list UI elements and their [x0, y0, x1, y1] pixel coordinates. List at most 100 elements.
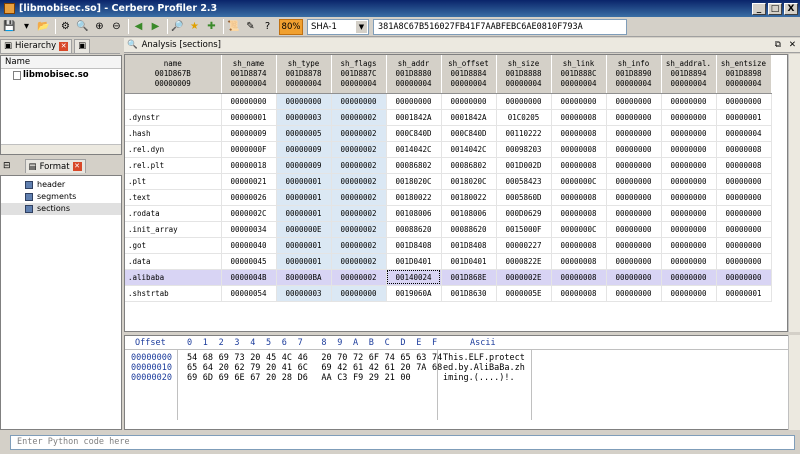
- table-cell[interactable]: 00000034: [221, 221, 277, 238]
- hex-byte[interactable]: 20: [250, 353, 260, 363]
- table-cell[interactable]: 0015000F: [496, 221, 552, 238]
- table-cell[interactable]: 0000000C: [551, 221, 607, 238]
- table-cell[interactable]: 00000000: [661, 109, 717, 126]
- hex-row[interactable]: 00000000 54 68 69 73 20 45 4C 46 20 70 72 6F 74 65 63 74…: [125, 353, 788, 363]
- table-cell[interactable]: 0014042C: [386, 141, 442, 158]
- table-cell[interactable]: 00000000: [606, 109, 662, 126]
- table-cell[interactable]: 00000000: [331, 93, 387, 110]
- table-cell[interactable]: 00000002: [331, 237, 387, 254]
- column-header[interactable]: sh_offset 001D8884 00000004: [441, 55, 497, 94]
- hex-byte[interactable]: 61: [385, 363, 395, 373]
- hex-byte[interactable]: F9: [353, 373, 363, 383]
- table-cell[interactable]: 00000000: [606, 125, 662, 142]
- search-next-icon[interactable]: ⊕: [92, 19, 107, 34]
- hex-byte[interactable]: 68: [432, 363, 442, 373]
- table-cell[interactable]: .dynstr: [125, 109, 222, 126]
- table-cell[interactable]: 00000004: [716, 125, 772, 142]
- table-cell[interactable]: 00000045: [221, 253, 277, 270]
- hex-row[interactable]: 00000020 69 6D 69 6E 67 20 28 D6 AA C3 F9 29 21 00 imin…: [125, 373, 788, 383]
- hex-byte[interactable]: 20: [266, 363, 276, 373]
- tab-format[interactable]: ▤ Format ✕: [24, 159, 86, 173]
- table-cell[interactable]: 00000000: [221, 93, 277, 110]
- column-header[interactable]: sh_info 001D8890 00000004: [606, 55, 662, 94]
- column-header[interactable]: sh_entsize 001D8898 00000004: [716, 55, 772, 94]
- tree-header[interactable]: Name: [1, 56, 121, 69]
- table-cell[interactable]: 001D8408: [386, 237, 442, 254]
- table-row[interactable]: .plt 00000021 00000001 00000002 0018020C 0018…: [125, 173, 772, 190]
- search-prev-icon[interactable]: ⊖: [109, 19, 124, 34]
- table-cell[interactable]: .data: [125, 253, 222, 270]
- table-cell[interactable]: 00000000: [661, 141, 717, 158]
- table-cell[interactable]: 00000021: [221, 173, 277, 190]
- table-cell[interactable]: .text: [125, 189, 222, 206]
- hex-byte[interactable]: 20: [400, 363, 410, 373]
- table-cell[interactable]: 800000BA: [276, 269, 332, 286]
- table-cell[interactable]: 00086802: [386, 157, 442, 174]
- table-cell[interactable]: 00180022: [441, 189, 497, 206]
- table-cell[interactable]: .hash: [125, 125, 222, 142]
- table-cell[interactable]: 00000000: [661, 157, 717, 174]
- close-button[interactable]: X: [784, 2, 798, 15]
- table-cell[interactable]: 00000000: [606, 141, 662, 158]
- close-icon[interactable]: ✕: [789, 40, 796, 50]
- table-cell[interactable]: 00000000: [716, 237, 772, 254]
- table-cell[interactable]: 0000005E: [496, 285, 552, 302]
- table-cell[interactable]: 00000001: [276, 253, 332, 270]
- zoom-level[interactable]: 80%: [279, 18, 303, 35]
- table-cell[interactable]: 0001842A: [386, 109, 442, 126]
- table-cell[interactable]: 00000000: [661, 221, 717, 238]
- table-cell[interactable]: .plt: [125, 173, 222, 190]
- hex-byte[interactable]: 42: [337, 363, 347, 373]
- column-header[interactable]: sh_size 001D8888 00000004: [496, 55, 552, 94]
- table-row[interactable]: .text 00000026 00000001 00000002 00180022 001…: [125, 189, 772, 206]
- table-cell[interactable]: 0000000E: [276, 221, 332, 238]
- table-cell[interactable]: 00088620: [386, 221, 442, 238]
- table-cell[interactable]: 00108006: [386, 205, 442, 222]
- table-cell[interactable]: 00000008: [551, 109, 607, 126]
- table-cell[interactable]: 00000000: [661, 205, 717, 222]
- table-cell[interactable]: 001D0401: [441, 253, 497, 270]
- hex-byte[interactable]: 73: [234, 353, 244, 363]
- table-cell[interactable]: 00000000: [606, 189, 662, 206]
- table-cell[interactable]: 00000000: [661, 125, 717, 142]
- table-row[interactable]: .rodata 0000002C 00000001 00000002 00108006 0…: [125, 205, 772, 222]
- hex-byte[interactable]: 62: [234, 363, 244, 373]
- table-cell[interactable]: 0019060A: [386, 285, 442, 302]
- column-header[interactable]: sh_addr 001D8880 00000004: [386, 55, 442, 94]
- hex-byte[interactable]: 21: [385, 373, 395, 383]
- table-cell[interactable]: 00000227: [496, 237, 552, 254]
- table-cell[interactable]: 00000003: [276, 285, 332, 302]
- table-cell[interactable]: 00000003: [276, 109, 332, 126]
- format-pin-icon[interactable]: ⊟: [3, 161, 11, 171]
- back-icon[interactable]: ◀: [131, 19, 146, 34]
- edit-icon[interactable]: ✎: [243, 19, 258, 34]
- table-cell[interactable]: 00000000: [606, 205, 662, 222]
- table-cell[interactable]: 00000001: [276, 173, 332, 190]
- hex-byte[interactable]: AA: [321, 373, 331, 383]
- table-cell[interactable]: 00000002: [331, 157, 387, 174]
- table-cell[interactable]: .rel.dyn: [125, 141, 222, 158]
- open-icon[interactable]: 📂: [36, 19, 51, 34]
- table-cell[interactable]: 00000005: [276, 125, 332, 142]
- table-cell[interactable]: 001D868E: [441, 269, 497, 286]
- table-cell[interactable]: 00000002: [331, 125, 387, 142]
- hash-value-field[interactable]: 381A8C67B516027FB41F7AABFEBC6AE0810F793A: [373, 18, 627, 35]
- script-icon[interactable]: 📜: [226, 19, 241, 34]
- hex-byte[interactable]: 64: [203, 363, 213, 373]
- hex-byte[interactable]: 41: [282, 363, 292, 373]
- table-cell[interactable]: 00000008: [551, 285, 607, 302]
- hex-byte[interactable]: 00: [400, 373, 410, 383]
- hex-byte[interactable]: 28: [282, 373, 292, 383]
- maximize-button[interactable]: □: [768, 2, 782, 15]
- table-cell[interactable]: 00000008: [551, 125, 607, 142]
- hex-row[interactable]: 00000010 65 64 20 62 79 20 41 6C 69 42 61 42 61 20 7A 68…: [125, 363, 788, 373]
- table-cell[interactable]: 00000008: [551, 141, 607, 158]
- table-cell[interactable]: 00000002: [331, 253, 387, 270]
- format-item-sections[interactable]: sections: [1, 203, 121, 215]
- hex-byte[interactable]: 69: [321, 363, 331, 373]
- table-cell[interactable]: 000C840D: [441, 125, 497, 142]
- search-icon[interactable]: 🔍: [75, 19, 90, 34]
- tab-other[interactable]: ▣: [74, 38, 91, 53]
- table-cell[interactable]: 0005860D: [496, 189, 552, 206]
- chevron-down-icon[interactable]: ▼: [356, 20, 367, 33]
